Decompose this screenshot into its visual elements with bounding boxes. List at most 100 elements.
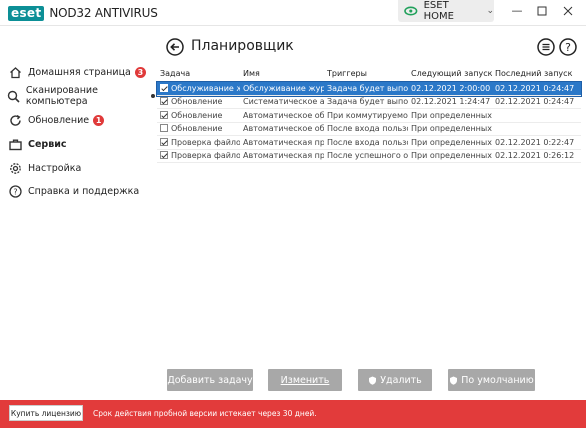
cell-next: При определенных ус...	[408, 111, 492, 120]
table-row[interactable]: Обновление Систематическое авт...Задача б…	[157, 96, 581, 109]
sidebar-item-help[interactable]: ? Справка и поддержка	[0, 181, 155, 201]
cell-text: Задача будет выполн...	[327, 97, 408, 107]
close-icon	[563, 6, 573, 16]
gear-icon	[6, 160, 24, 176]
eset-logo: eset NOD32 ANTIVIRUS	[8, 5, 158, 21]
sidebar-item-scan[interactable]: Сканирование компьютера	[0, 85, 155, 107]
eset-home-icon	[404, 6, 418, 16]
cell-next: 02.12.2021 2:00:00	[408, 84, 492, 93]
cell-text: При определенных ус...	[411, 137, 492, 147]
table-row[interactable]: Обслуживание ж...Обслуживание журна...За…	[156, 81, 582, 97]
shield-icon	[369, 376, 377, 385]
delete-button[interactable]: Удалить	[358, 369, 432, 391]
cell-trigger: Задача будет выполн...	[324, 97, 408, 106]
sidebar-item-home[interactable]: Домашняя страница 3	[0, 62, 155, 82]
column-header-triggers[interactable]: Триггеры	[324, 69, 408, 78]
title-bar: eset NOD32 ANTIVIRUS ESET HOME ⌄ —	[0, 0, 586, 26]
cell-text: 02.12.2021 2:00:00	[411, 83, 491, 93]
cell-text: 02.12.2021 0:26:12	[495, 151, 575, 161]
cell-name: Автоматическое обн...	[240, 111, 324, 120]
list-menu-icon[interactable]	[537, 38, 555, 56]
task-enabled-checkbox[interactable]	[160, 124, 168, 133]
cell-text: Автоматическое обн...	[243, 110, 324, 120]
cell-task: Обновление	[157, 124, 240, 133]
logo-mark: eset	[8, 5, 45, 21]
cell-text: Автоматическое обн...	[243, 124, 324, 134]
add-task-button[interactable]: Добавить задачу	[167, 369, 253, 391]
cell-text: При определенных ус...	[411, 110, 492, 120]
cell-text: После успешного обн...	[327, 151, 408, 161]
cell-name: Автоматическое обн...	[240, 124, 324, 133]
cell-text: При определенных ус...	[411, 151, 492, 161]
task-enabled-checkbox[interactable]	[160, 97, 168, 106]
add-task-label: Добавить задачу	[167, 374, 253, 386]
home-icon	[6, 64, 24, 80]
scheduler-table: Задача Имя Триггеры Следующий запуск Пос…	[156, 66, 582, 366]
refresh-icon	[6, 112, 24, 128]
task-enabled-checkbox[interactable]	[160, 137, 168, 146]
sidebar-item-update[interactable]: Обновление 1	[0, 110, 155, 130]
cell-text: Автоматическая пров...	[243, 137, 324, 147]
sidebar-item-label: Справка и поддержка	[28, 185, 140, 197]
cell-text: После входа пользова...	[327, 137, 408, 147]
buy-license-button[interactable]: Купить лицензию	[9, 405, 83, 421]
cell-name: Автоматическая пров...	[240, 138, 324, 147]
sidebar-item-label: Домашняя страница	[28, 66, 131, 78]
cell-task: Проверка файло...	[157, 137, 240, 147]
svg-text:?: ?	[565, 41, 571, 54]
default-button[interactable]: По умолчанию	[448, 369, 535, 391]
column-header-next-run[interactable]: Следующий запуск	[408, 69, 492, 78]
cell-next: При определенных ус...	[408, 124, 492, 133]
cell-task: Обновление	[157, 97, 240, 106]
table-row[interactable]: Проверка файло...Автоматическая пров...П…	[157, 136, 581, 150]
cell-text: Обслуживание ж...	[171, 83, 240, 93]
edit-label: Изменить	[280, 374, 330, 386]
cell-last: 02.12.2021 0:26:12	[492, 151, 581, 160]
delete-label: Удалить	[380, 374, 422, 386]
task-enabled-checkbox[interactable]	[160, 110, 168, 119]
sidebar-item-settings[interactable]: Настройка	[0, 158, 155, 178]
cell-text: 02.12.2021 0:24:47	[495, 97, 575, 107]
task-enabled-checkbox[interactable]	[160, 151, 168, 160]
table-row[interactable]: Проверка файло...Автоматическая пров...П…	[157, 150, 581, 163]
shield-icon	[450, 376, 458, 385]
cell-last: 02.12.2021 0:24:47	[492, 84, 581, 93]
product-name: NOD32 ANTIVIRUS	[49, 6, 158, 20]
search-icon	[6, 88, 22, 104]
page-title: Планировщик	[191, 38, 294, 54]
cell-text: 02.12.2021 0:22:47	[495, 137, 575, 147]
cell-text: Обновление	[171, 124, 223, 134]
cell-name: Обслуживание журна...	[240, 84, 324, 93]
cell-text: После входа пользова...	[327, 124, 408, 134]
column-header-name[interactable]: Имя	[240, 69, 324, 78]
close-button[interactable]	[561, 4, 575, 18]
buy-license-label: Купить лицензию	[10, 408, 82, 418]
maximize-button[interactable]	[535, 4, 549, 18]
sidebar-item-tools[interactable]: Сервис	[0, 134, 155, 154]
back-arrow-icon[interactable]	[166, 38, 184, 56]
status-dot	[151, 94, 155, 98]
column-header-last-run[interactable]: Последний запуск	[492, 69, 581, 78]
table-row[interactable]: Обновление Автоматическое обн...После вхо…	[157, 123, 581, 136]
column-header-task[interactable]: Задача	[157, 69, 240, 78]
sidebar-item-label: Сканирование компьютера	[25, 85, 98, 107]
cell-text: Проверка файло...	[171, 137, 240, 147]
help-icon[interactable]: ?	[559, 38, 577, 56]
task-enabled-checkbox[interactable]	[160, 83, 168, 92]
table-body: Обслуживание ж...Обслуживание журна...За…	[156, 81, 582, 163]
cell-next: 02.12.2021 1:24:47	[408, 97, 492, 106]
cell-text: 02.12.2021 0:24:47	[495, 83, 575, 93]
edit-button[interactable]: Изменить	[268, 369, 342, 391]
sidebar-item-label: Сервис	[28, 138, 67, 150]
cell-last: 02.12.2021 0:24:47	[492, 97, 581, 106]
help-icon: ?	[6, 183, 24, 199]
sidebar: Домашняя страница 3 Сканирование компьют…	[0, 26, 155, 400]
chevron-down-icon: ⌄	[486, 6, 494, 16]
cell-next: При определенных ус...	[408, 151, 492, 160]
sidebar-item-label: Настройка	[28, 162, 82, 174]
table-row[interactable]: Обновление Автоматическое обн...При комму…	[157, 109, 581, 123]
eset-home-button[interactable]: ESET HOME ⌄	[398, 0, 494, 22]
table-header: Задача Имя Триггеры Следующий запуск Пос…	[157, 66, 581, 82]
default-label: По умолчанию	[461, 374, 534, 386]
minimize-button[interactable]: —	[510, 4, 524, 18]
